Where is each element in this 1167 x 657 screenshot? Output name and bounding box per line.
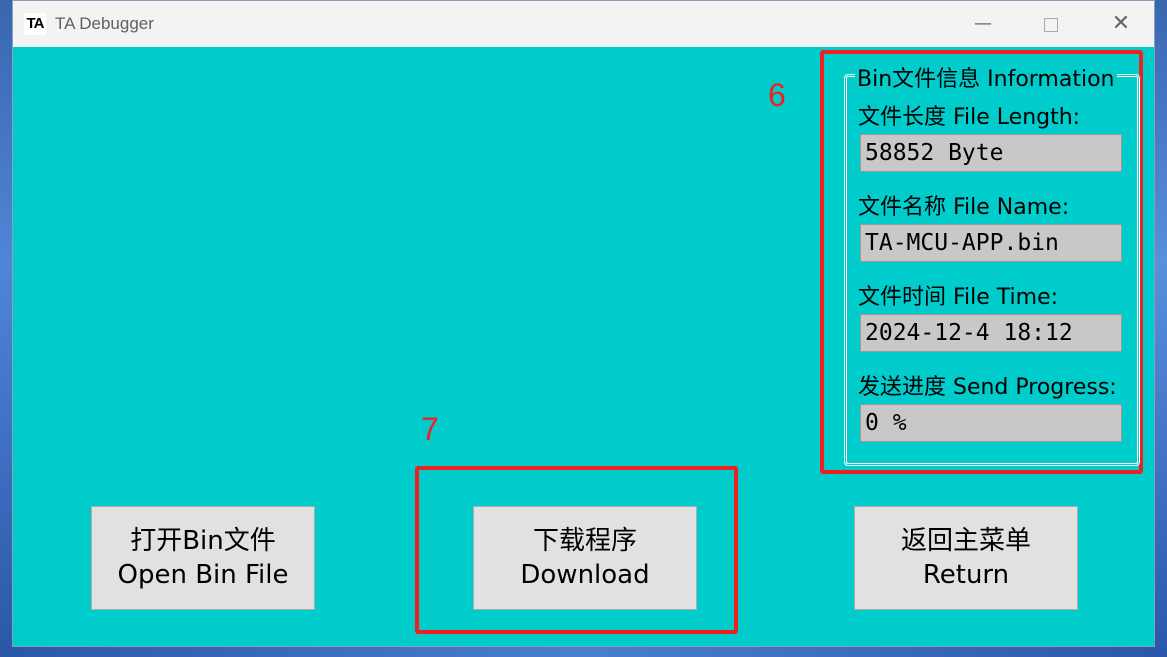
return-label-en: Return <box>922 560 1010 590</box>
file-name-label: 文件名称 File Name: <box>858 195 1070 220</box>
open-bin-file-label-cn: 打开Bin文件 <box>130 526 276 556</box>
return-label-cn: 返回主菜单 <box>900 526 1031 556</box>
app-logo-icon: TA <box>24 13 46 35</box>
open-bin-file-button[interactable]: 打开Bin文件 Open Bin File <box>91 506 315 610</box>
desktop-background-right <box>1155 0 1167 657</box>
file-time-value: 2024-12-4 18:12 <box>860 314 1122 352</box>
desktop-background-left <box>0 0 12 657</box>
maximize-icon <box>1044 17 1058 32</box>
close-button[interactable]: ✕ <box>1093 1 1149 47</box>
download-label-en: Download <box>520 560 650 590</box>
desktop-background-bottom <box>0 647 1167 657</box>
client-area: 6 7 Bin文件信息 Information 文件长度 File Length… <box>13 47 1154 647</box>
file-time-label: 文件时间 File Time: <box>858 285 1059 310</box>
file-length-value: 58852 Byte <box>860 134 1122 172</box>
title-bar[interactable]: TA TA Debugger — ✕ <box>13 1 1154 47</box>
bin-info-title: Bin文件信息 Information <box>855 61 1117 93</box>
minimize-button[interactable]: — <box>955 1 1011 47</box>
file-length-label: 文件长度 File Length: <box>858 105 1081 130</box>
app-window: TA TA Debugger — ✕ 6 7 Bin文件信息 Informati… <box>12 0 1155 647</box>
open-bin-file-label-en: Open Bin File <box>117 560 289 590</box>
file-name-value: TA-MCU-APP.bin <box>860 224 1122 262</box>
send-progress-value: 0 % <box>860 404 1122 442</box>
minimize-icon: — <box>974 13 992 34</box>
download-label-cn: 下载程序 <box>532 526 637 556</box>
callout-6: 6 <box>768 77 786 113</box>
send-progress-label: 发送进度 Send Progress: <box>858 375 1117 400</box>
download-button[interactable]: 下载程序 Download <box>473 506 697 610</box>
return-button[interactable]: 返回主菜单 Return <box>854 506 1078 610</box>
window-title: TA Debugger <box>55 14 154 33</box>
close-icon: ✕ <box>1111 11 1131 36</box>
maximize-button[interactable] <box>1023 1 1079 47</box>
callout-7: 7 <box>421 411 439 447</box>
